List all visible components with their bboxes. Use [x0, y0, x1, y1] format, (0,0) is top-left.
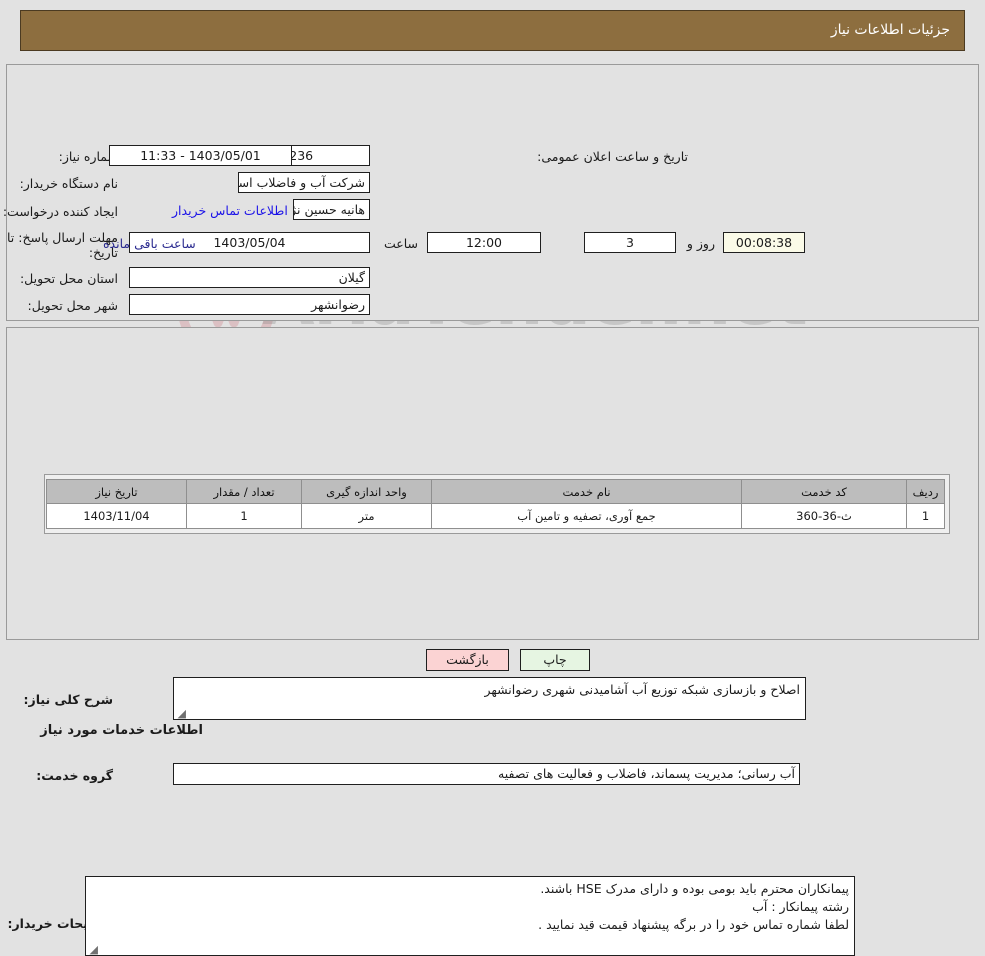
remaining-hours-label: ساعت باقی مانده: [103, 236, 196, 251]
cell-row-no: 1: [906, 503, 945, 529]
requester-label: ایجاد کننده درخواست:: [2, 204, 118, 219]
buyer-notes-line-1: رشته پیمانکار : آب: [752, 899, 849, 914]
page-title-bar: جزئیات اطلاعات نیاز: [20, 10, 965, 51]
column-header-service-name: نام خدمت: [431, 479, 742, 504]
announce-datetime-value: 1403/05/01 - 11:33: [109, 145, 292, 166]
remaining-days-value: 3: [584, 232, 676, 253]
table-row: 1 ث-36-360 جمع آوری، تصفیه و تامین آب مت…: [46, 503, 945, 529]
resize-grip-icon[interactable]: ◢: [176, 708, 186, 719]
buyer-org-label: نام دستگاه خریدار:: [19, 176, 118, 191]
deadline-time-value: 12:00: [427, 232, 541, 253]
column-header-row-no: ردیف: [906, 479, 945, 504]
column-header-unit: واحد اندازه گیری: [301, 479, 432, 504]
buyer-notes-line-2: لطفا شماره تماس خود را در برگه پیشنهاد ق…: [538, 917, 849, 932]
cell-unit: متر: [301, 503, 432, 529]
days-label: روز و: [686, 236, 715, 251]
resize-grip-icon[interactable]: ◢: [88, 944, 98, 955]
services-table-container: ردیف کد خدمت نام خدمت واحد اندازه گیری ت…: [44, 474, 950, 534]
column-header-need-date: تاریخ نیاز: [46, 479, 187, 504]
back-button[interactable]: بازگشت: [426, 649, 509, 671]
province-label: استان محل تحویل:: [19, 271, 118, 286]
cell-service-name: جمع آوری، تصفیه و تامین آب: [431, 503, 742, 529]
city-value: رضوانشهر: [129, 294, 370, 315]
province-value: گیلان: [129, 267, 370, 288]
need-summary-panel: شماره نیاز: 1103005117000236 تاریخ و ساع…: [3, 64, 979, 377]
general-description-textarea[interactable]: اصلاح و بازسازی شبکه توزیع آب آشامیدنی ش…: [173, 677, 806, 720]
buyer-notes-textarea[interactable]: پیمانکاران محترم باید بومی بوده و دارای …: [85, 876, 855, 956]
deadline-label: مهلت ارسال پاسخ: تا تاریخ:: [7, 230, 118, 260]
cell-need-date: 1403/11/04: [46, 503, 187, 529]
cell-service-code: ث-36-360: [741, 503, 907, 529]
column-header-quantity: تعداد / مقدار: [186, 479, 302, 504]
city-label: شهر محل تحویل:: [27, 298, 118, 313]
service-group-label: گروه خدمت:: [36, 768, 113, 783]
services-section-title: اطلاعات خدمات مورد نیاز: [40, 723, 203, 738]
buyer-contact-link[interactable]: اطلاعات تماس خریدار: [172, 203, 288, 218]
buyer-org-value: شرکت آب و فاضلاب استان گیلان: [238, 172, 370, 193]
buyer-notes-line-0: پیمانکاران محترم باید بومی بوده و دارای …: [540, 881, 849, 896]
hour-label: ساعت: [383, 236, 418, 251]
general-description-value: اصلاح و بازسازی شبکه توزیع آب آشامیدنی ش…: [484, 682, 800, 697]
requester-value: هانیه حسین نژاد کارشناس شرکت آب و فاضلاب…: [293, 199, 370, 220]
announce-label: تاریخ و ساعت اعلان عمومی:: [537, 149, 688, 164]
countdown-timer-value: 00:08:38: [723, 232, 805, 253]
print-button[interactable]: چاپ: [520, 649, 590, 671]
table-header-row: ردیف کد خدمت نام خدمت واحد اندازه گیری ت…: [46, 479, 945, 504]
general-description-label: شرح کلی نیاز:: [23, 692, 113, 707]
services-table: ردیف کد خدمت نام خدمت واحد اندازه گیری ت…: [46, 479, 945, 529]
page-title: جزئیات اطلاعات نیاز: [830, 22, 950, 38]
column-header-service-code: کد خدمت: [741, 479, 907, 504]
service-group-value: آب رسانی؛ مدیریت پسماند، فاضلاب و فعالیت…: [173, 763, 800, 785]
cell-quantity: 1: [186, 503, 302, 529]
need-number-label: شماره نیاز:: [58, 149, 118, 164]
